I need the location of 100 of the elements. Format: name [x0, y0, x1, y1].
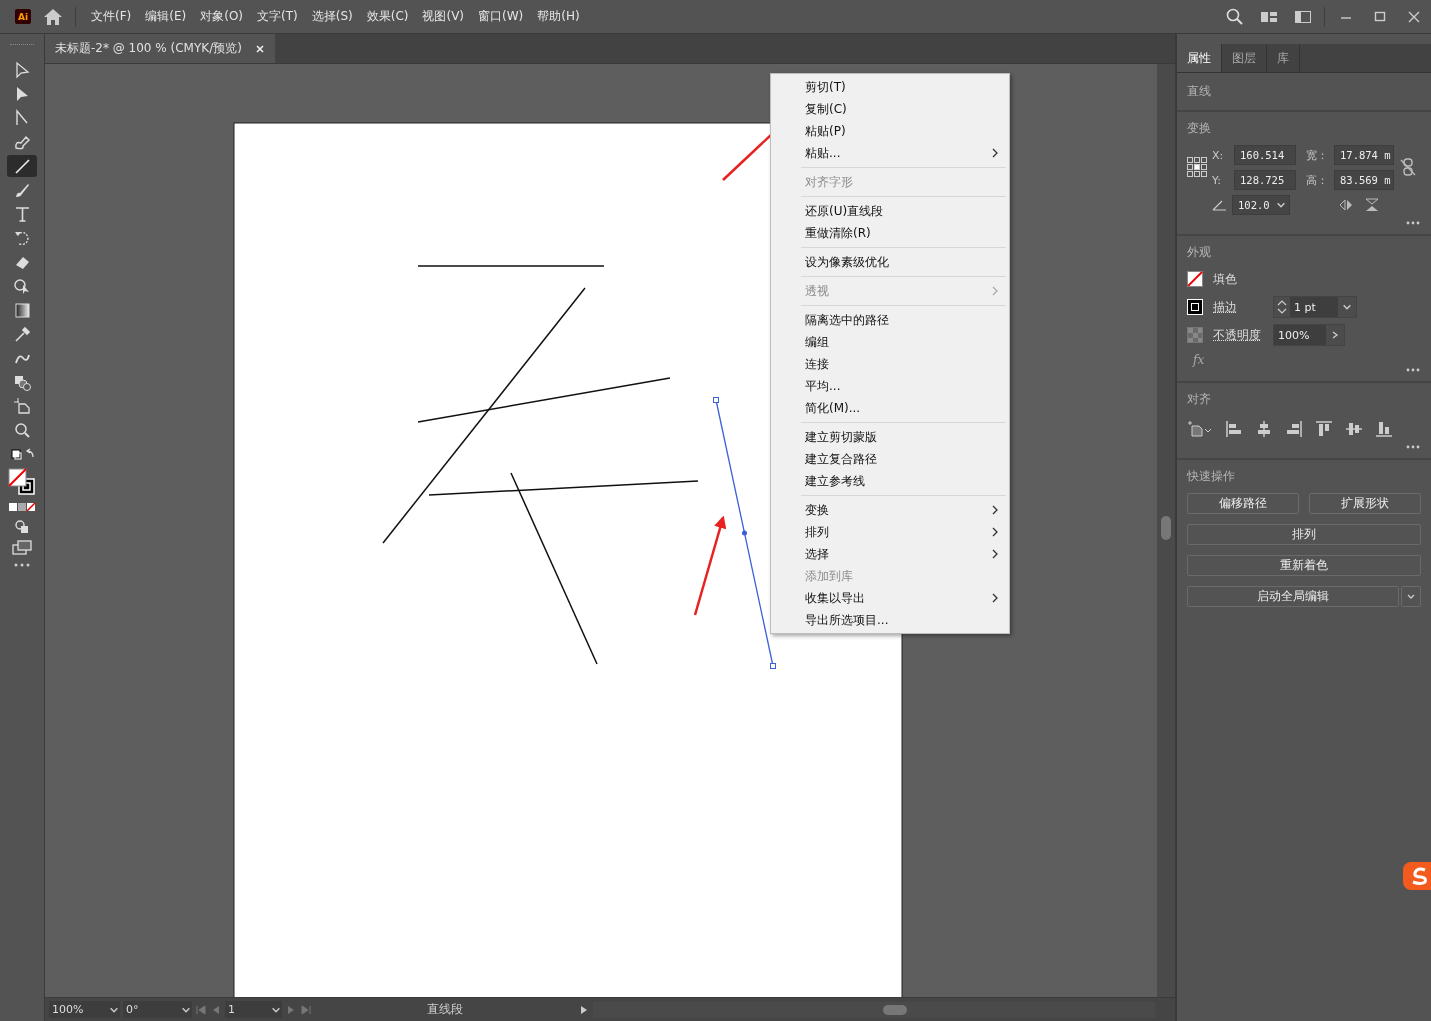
flip-vertical-icon[interactable] [1364, 198, 1380, 212]
stroke-swatch[interactable] [1187, 299, 1203, 315]
flip-horizontal-icon[interactable] [1338, 198, 1354, 212]
input-method-icon[interactable] [1403, 862, 1431, 890]
quick-action-button[interactable]: 排列 [1187, 524, 1421, 545]
x-field[interactable]: 160.514 [1234, 145, 1296, 165]
angle-field[interactable]: 102.0 [1232, 195, 1290, 215]
section-title: 对齐 [1187, 391, 1211, 408]
fill-none-swatch[interactable] [1187, 271, 1203, 287]
tool-button[interactable] [7, 155, 37, 177]
menu-item[interactable]: 文字(T) [250, 8, 305, 25]
menu-item[interactable]: 编辑(E) [138, 8, 194, 25]
align-horizontal-center-icon[interactable] [1255, 420, 1273, 438]
context-menu-item[interactable]: 粘贴(P) [771, 120, 1009, 142]
context-menu-item[interactable]: 建立复合路径 [771, 448, 1009, 470]
align-bottom-icon[interactable] [1375, 420, 1393, 438]
menu-item[interactable]: 文件(F) [84, 8, 139, 25]
x-label: X: [1212, 148, 1225, 162]
caret-icon [109, 1007, 119, 1013]
context-menu-item[interactable]: 平均... [771, 375, 1009, 397]
context-menu-item[interactable]: 隔离选中的路径 [771, 309, 1009, 331]
home-icon[interactable] [43, 7, 63, 26]
search-icon[interactable] [1226, 7, 1244, 26]
quick-action-button[interactable]: 偏移路径 [1187, 493, 1299, 514]
horizontal-scrollbar[interactable] [593, 1001, 1155, 1018]
more-options-icon[interactable] [1405, 367, 1421, 373]
align-top-icon[interactable] [1315, 420, 1333, 438]
align-vertical-center-icon[interactable] [1345, 420, 1363, 438]
stepper-icon [1277, 300, 1287, 314]
panel-tab[interactable]: 属性 [1177, 44, 1222, 72]
unlink-icon[interactable] [1399, 157, 1417, 177]
caret-icon [181, 1007, 191, 1013]
caret-icon [1276, 202, 1286, 208]
menu-item[interactable]: 效果(C) [359, 8, 416, 25]
document-tab[interactable]: 未标题-2* @ 100 % (CMYK/预览) [45, 34, 275, 63]
opacity-label[interactable]: 不透明度 [1213, 326, 1263, 344]
context-menu-item[interactable]: 变换 [771, 499, 1009, 521]
context-menu-item[interactable]: 简化(M)... [771, 397, 1009, 419]
chevron-icon [1332, 331, 1339, 339]
y-label: Y: [1212, 173, 1222, 187]
menu-item[interactable]: 窗口(W) [471, 8, 531, 25]
context-menu-item[interactable]: 建立参考线 [771, 470, 1009, 492]
section-title: 快速操作 [1187, 468, 1235, 485]
stroke-weight-field[interactable]: 1 pt [1273, 296, 1357, 318]
artboard-field[interactable]: 1 [225, 1001, 282, 1018]
selected-line-path[interactable] [713, 397, 776, 669]
context-menu-item[interactable]: 导出所选项目... [771, 609, 1009, 631]
panel-tab[interactable]: 图层 [1222, 44, 1267, 72]
shape-builder-icon [12, 276, 32, 296]
quick-action-button[interactable]: 重新着色 [1187, 555, 1421, 576]
context-menu-item[interactable]: 复制(C) [771, 98, 1009, 120]
context-menu-item[interactable]: 连接 [771, 353, 1009, 375]
chevron-icon [991, 593, 999, 603]
quick-action-button[interactable]: 扩展形状 [1309, 493, 1421, 514]
menu-item[interactable]: 选择(S) [304, 8, 360, 25]
more-icon[interactable] [13, 561, 31, 569]
zoom-icon [12, 420, 32, 440]
align-left-icon[interactable] [1225, 420, 1243, 438]
context-menu-item[interactable]: 编组 [771, 331, 1009, 353]
height-field[interactable]: 83.569 m [1334, 170, 1394, 190]
width-field[interactable]: 17.874 m [1334, 145, 1394, 165]
quick-action-button[interactable]: 启动全局编辑 [1187, 586, 1399, 607]
more-options-icon[interactable] [1405, 220, 1421, 226]
context-menu-item[interactable]: 建立剪切蒙版 [771, 426, 1009, 448]
color-mode-icon[interactable] [7, 501, 37, 513]
menu-item[interactable]: 视图(V) [415, 8, 472, 25]
fill-stroke-swatch-icon[interactable] [7, 467, 37, 497]
chevron-icon [991, 505, 999, 515]
menu-item[interactable]: 对象(O) [193, 8, 251, 25]
opacity-checker-icon [1187, 327, 1203, 343]
opacity-field[interactable]: 100% [1273, 324, 1345, 346]
context-menu-item[interactable]: 收集以导出 [771, 587, 1009, 609]
close-icon[interactable] [255, 44, 264, 53]
caret-icon [1407, 594, 1415, 599]
zoom-field[interactable]: 100% [49, 1001, 120, 1018]
context-menu-item[interactable]: 还原(U)直线段 [771, 200, 1009, 222]
caret-icon [1342, 304, 1352, 310]
reference-point-icon[interactable] [1187, 157, 1207, 177]
align-to-icon[interactable] [1187, 420, 1213, 438]
chevron-icon [991, 148, 999, 158]
y-field[interactable]: 128.725 [1234, 170, 1296, 190]
panel-tab[interactable]: 库 [1267, 44, 1300, 72]
context-menu-item[interactable]: 选择 [771, 543, 1009, 565]
status-text: 直线段 [426, 1001, 464, 1018]
vertical-scrollbar[interactable] [1157, 64, 1175, 997]
context-menu-item[interactable]: 剪切(T) [771, 76, 1009, 98]
menu-item[interactable]: 帮助(H) [530, 8, 587, 25]
chevron-icon [991, 286, 999, 296]
more-options-icon[interactable] [1405, 444, 1421, 450]
align-right-icon[interactable] [1285, 420, 1303, 438]
artboard-icon [12, 396, 32, 416]
context-menu-item[interactable]: 排列 [771, 521, 1009, 543]
section-title: 外观 [1187, 244, 1211, 261]
chevron-icon [991, 549, 999, 559]
rotation-field[interactable]: 0° [123, 1001, 192, 1018]
context-menu-item[interactable]: 粘贴... [771, 142, 1009, 164]
stroke-label[interactable]: 描边 [1213, 298, 1263, 316]
context-menu-item[interactable]: 设为像素级优化 [771, 251, 1009, 273]
screen-mode-icon[interactable] [11, 539, 33, 557]
context-menu-item[interactable]: 重做清除(R) [771, 222, 1009, 244]
